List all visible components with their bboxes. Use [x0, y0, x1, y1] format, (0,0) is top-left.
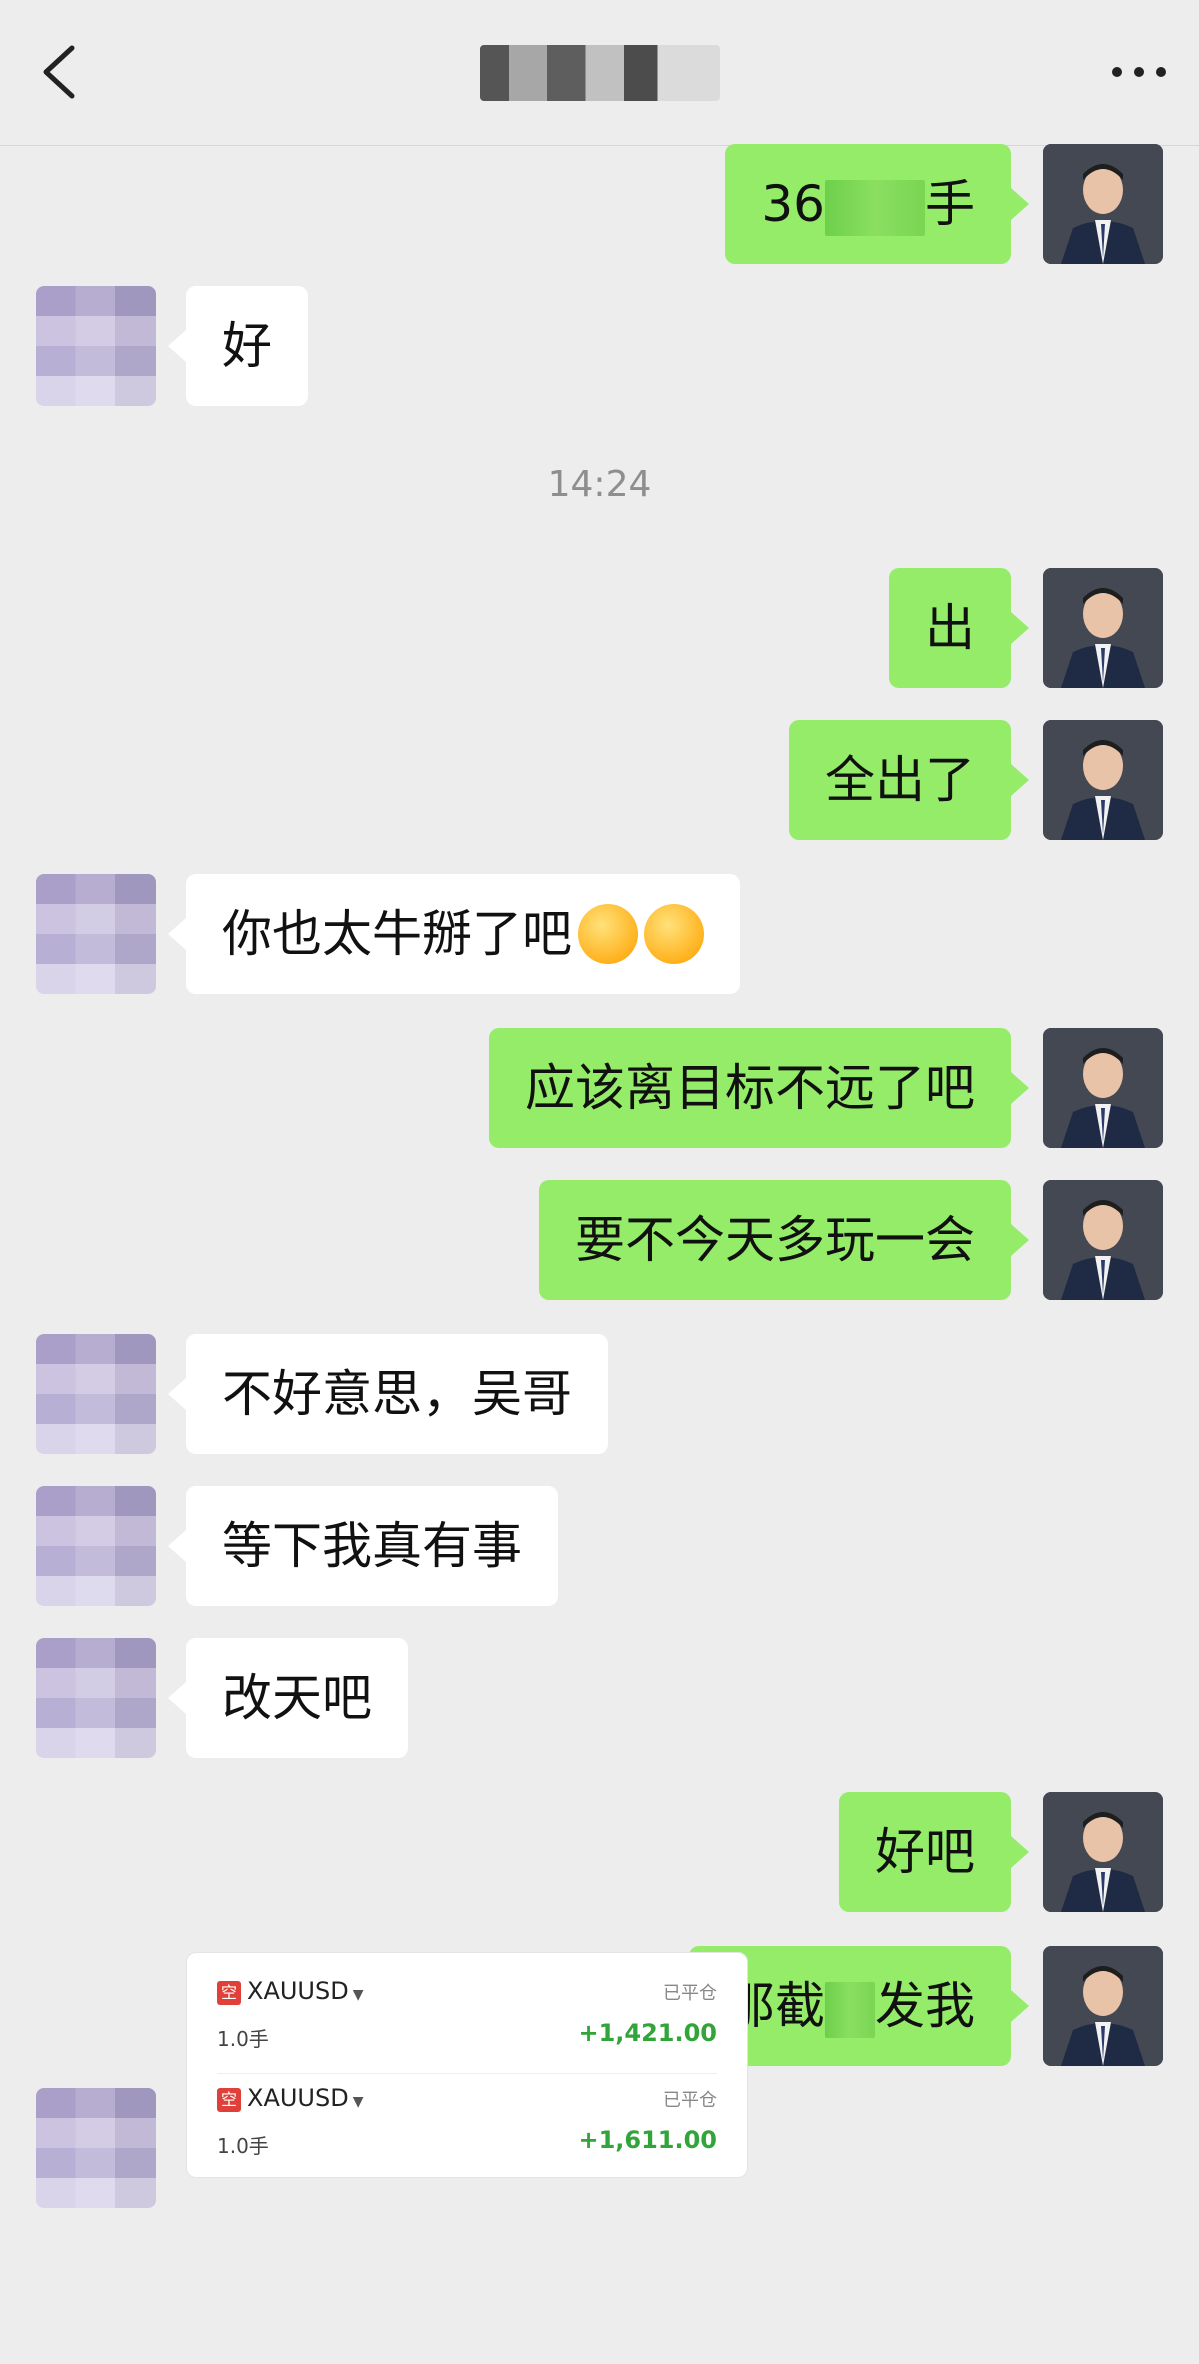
contact-avatar[interactable]	[36, 1334, 156, 1454]
trade-lots: 1.0手	[217, 2027, 269, 2051]
my-avatar[interactable]	[1043, 720, 1163, 840]
contact-avatar[interactable]	[36, 1486, 156, 1606]
chat-title	[0, 40, 1199, 101]
message-outgoing: 好吧	[0, 1792, 1199, 1912]
contact-avatar[interactable]	[36, 1638, 156, 1758]
hand-over-mouth-emoji	[644, 903, 704, 964]
dropdown-caret-icon: ▼	[352, 1987, 364, 2003]
contact-avatar[interactable]	[36, 2088, 156, 2208]
hand-over-mouth-emoji	[578, 903, 638, 964]
short-position-tag: 空	[217, 2088, 241, 2112]
dropdown-caret-icon: ▼	[352, 2094, 364, 2110]
contact-avatar[interactable]	[36, 874, 156, 994]
trade-lots: 1.0手	[217, 2134, 269, 2158]
my-avatar[interactable]	[1043, 144, 1163, 264]
message-incoming: 改天吧	[0, 1638, 1199, 1758]
message-incoming: 不好意思，吴哥	[0, 1334, 1199, 1454]
trade-row: 空 XAUUSD ▼ 1.0手 已平仓 +1,421.00	[217, 1969, 717, 2069]
message-bubble[interactable]: 应该离目标不远了吧	[489, 1028, 1029, 1148]
trade-symbol: XAUUSD ▼	[247, 2084, 364, 2112]
redacted-text	[825, 1981, 875, 2038]
message-incoming: 好	[0, 286, 1199, 406]
message-text-suffix: 发我	[875, 1977, 975, 2035]
trade-profit: +1,611.00	[578, 2126, 717, 2154]
trade-row: 空 XAUUSD ▼ 1.0手 已平仓 +1,611.00	[217, 2073, 717, 2173]
my-avatar[interactable]	[1043, 1946, 1163, 2066]
message-bubble[interactable]: 你也太牛掰了吧	[168, 874, 740, 994]
redacted-title	[479, 45, 720, 101]
message-outgoing: 出	[0, 568, 1199, 688]
my-avatar[interactable]	[1043, 568, 1163, 688]
message-bubble[interactable]: 出	[889, 568, 1029, 688]
timestamp: 14:24	[547, 464, 652, 505]
message-outgoing: 全出了	[0, 720, 1199, 840]
message-text-prefix: 36	[761, 175, 825, 233]
message-outgoing: 要不今天多玩一会	[0, 1180, 1199, 1300]
message-bubble[interactable]: 改天吧	[168, 1638, 408, 1758]
trade-symbol: XAUUSD ▼	[247, 1977, 364, 2005]
message-bubble[interactable]: 全出了	[789, 720, 1029, 840]
message-bubble[interactable]: 不好意思，吴哥	[168, 1334, 608, 1454]
my-avatar[interactable]	[1043, 1792, 1163, 1912]
trade-profit: +1,421.00	[578, 2019, 717, 2047]
message-incoming: 等下我真有事	[0, 1486, 1199, 1606]
message-bubble[interactable]: 好	[168, 286, 308, 406]
message-text: 你也太牛掰了吧	[222, 905, 572, 963]
message-bubble[interactable]: 36 手	[725, 144, 1029, 264]
more-options-icon[interactable]	[1109, 60, 1169, 84]
message-outgoing: 36 手	[0, 144, 1199, 264]
message-bubble[interactable]: 好吧	[839, 1792, 1029, 1912]
my-avatar[interactable]	[1043, 1180, 1163, 1300]
top-bar	[0, 0, 1199, 146]
message-bubble[interactable]: 要不今天多玩一会	[539, 1180, 1029, 1300]
message-outgoing: 应该离目标不远了吧	[0, 1028, 1199, 1148]
short-position-tag: 空	[217, 1981, 241, 2005]
trade-status: 已平仓	[663, 2090, 717, 2111]
my-avatar[interactable]	[1043, 1028, 1163, 1148]
message-bubble[interactable]: 等下我真有事	[168, 1486, 558, 1606]
contact-avatar[interactable]	[36, 286, 156, 406]
redacted-text	[825, 179, 925, 236]
message-text-suffix: 手	[925, 175, 975, 233]
trade-screenshot-image[interactable]: 空 XAUUSD ▼ 1.0手 已平仓 +1,421.00 空 XAUUSD ▼ 1…	[186, 1952, 748, 2178]
trade-status: 已平仓	[663, 1983, 717, 2004]
message-incoming: 你也太牛掰了吧	[0, 874, 1199, 994]
